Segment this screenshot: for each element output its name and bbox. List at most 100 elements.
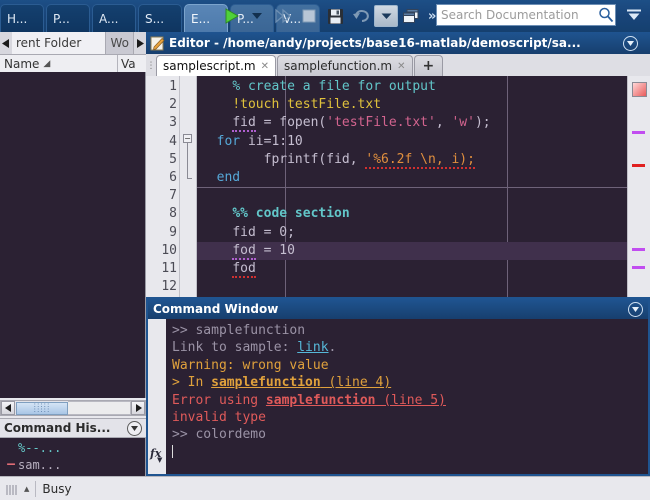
close-x-icon[interactable]: ✕ [261,61,269,72]
code-line[interactable]: % create a file for output [197,78,627,96]
hscroll-left-button[interactable] [1,401,15,415]
sidebar-tab-current-folder[interactable]: rent Folder [12,32,107,54]
code-line[interactable]: fid = fopen('testFile.txt', 'w'); [197,114,627,133]
code-identifier: fod [232,260,256,278]
windows-cascade-icon [403,9,419,23]
close-x-icon[interactable]: ✕ [397,61,405,72]
line-number-text: 12 [161,279,177,295]
hscroll-track[interactable] [68,401,131,415]
ribbon-tab-apps[interactable]: A... [92,4,136,32]
file-table-horizontal-scrollbar[interactable]: :::::::::: [0,400,146,416]
code-line[interactable] [197,187,627,205]
code-section-header: %% code section [232,206,350,222]
error-marker[interactable] [632,164,645,167]
left-tabs-scroll-right[interactable] [134,32,146,54]
triangle-right-icon [137,38,144,48]
new-tab-button[interactable]: + [413,55,444,76]
code-text: = 10 [255,242,295,258]
status-badge[interactable] [632,82,647,97]
console-line: Error using samplefunction (line 5) [172,392,648,409]
warning-marker[interactable] [632,131,645,134]
warning-marker[interactable] [632,248,645,251]
stop-button[interactable] [296,3,322,29]
triangle-up-icon[interactable]: ▲ [24,485,29,493]
circle-chevron-down-icon [627,40,634,46]
column-header-label: Name [4,57,40,71]
editor-tab-samplefunction[interactable]: samplefunction.m ✕ [276,55,413,76]
code-line-current[interactable]: fod = 10 [197,241,627,260]
triangle-down-icon[interactable]: ▼ [157,456,162,464]
status-divider [35,480,37,497]
floppy-disk-icon [327,8,343,24]
sidebar-tab-workspace[interactable]: Wo [106,32,134,54]
circle-chevron-down-icon [131,425,138,431]
code-line[interactable]: %% code section [197,205,627,223]
code-line[interactable]: end [197,169,627,187]
command-history-list[interactable]: %--... — sam... col... [0,438,146,489]
fold-collapse-icon[interactable]: − [183,134,192,143]
warning-marker[interactable] [632,266,645,269]
new-window-button[interactable] [398,3,424,29]
line-number: 6- [146,169,191,187]
code-operator: = fopen( [255,115,327,131]
command-window-collapse-button[interactable] [628,301,643,317]
console-hyperlink[interactable]: link [297,340,328,355]
save-button[interactable] [322,3,348,29]
list-item[interactable]: — sam... [0,456,145,473]
matlab-ide-window: H... P... A... S... E... P... V... » Sea… [0,0,650,500]
resize-grip-icon[interactable] [6,483,17,495]
file-table-body[interactable] [0,72,146,398]
undo-button[interactable] [348,3,374,29]
code-line[interactable]: fprintf(fid, '%6.2f \n, i); [197,151,627,169]
ribbon-tab-label: S... [145,11,165,26]
code-line[interactable]: fid = 0; [197,224,627,242]
command-window-titlebar: Command Window [148,299,648,319]
run-advance-button[interactable] [270,3,296,29]
command-history-collapse-button[interactable] [127,420,142,436]
line-number-text: 1 [169,79,177,94]
code-line[interactable]: !touch testFile.txt [197,96,627,114]
ribbon-tab-label: E... [191,11,211,26]
list-item[interactable]: %--... [0,439,145,456]
code-line[interactable]: for ii=1:10 [197,133,627,151]
command-history-titlebar: Command His... [0,418,146,438]
console-line-link[interactable]: (line 4) [321,375,392,390]
editor-marker-bar[interactable] [627,76,650,297]
line-number-text: 7 [169,188,177,204]
ribbon-tab-home[interactable]: H... [0,4,44,32]
code-line[interactable]: fod [197,260,627,278]
editor-code-area[interactable]: % create a file for output !touch testFi… [197,76,627,297]
code-keyword: for [216,133,241,149]
magnifier-icon[interactable] [597,6,615,24]
ribbon-minimize-button[interactable] [622,3,646,27]
search-input[interactable] [437,5,597,25]
editor-collapse-button[interactable] [623,35,638,51]
command-window-output[interactable]: >> samplefunction Link to sample: link. … [166,319,648,474]
command-window-body[interactable]: fx ▼ >> samplefunction Link to sample: l… [148,319,648,474]
column-header-value[interactable]: Va [118,55,146,73]
ribbon-tab-shortcuts[interactable]: S... [138,4,182,32]
editor-tab-samplescript[interactable]: samplescript.m ✕ [156,55,276,76]
hscroll-thumb[interactable]: :::::::::: [16,401,68,415]
console-stack-link[interactable]: samplefunction [266,393,376,408]
column-header-name[interactable]: Name ◢ [0,55,118,73]
line-number: 12 [146,278,179,296]
console-line-link[interactable]: (line 5) [376,393,446,408]
line-number: 11- [146,260,191,278]
code-line[interactable] [197,278,627,296]
left-tabs-scroll-left[interactable] [0,32,12,54]
ribbon-tab-plots[interactable]: P... [46,4,90,32]
chevron-down-icon [381,13,391,19]
layout-dropdown-button[interactable] [374,5,398,27]
fold-line [187,143,188,178]
line-number-text: 9 [169,224,177,240]
run-button[interactable] [218,3,244,29]
hscroll-right-button[interactable] [131,401,145,415]
console-stack-link[interactable]: samplefunction [211,375,321,390]
line-number: 3- [146,114,191,132]
console-input-line[interactable] [172,444,648,461]
sidebar-tab-label: Wo [110,36,129,50]
run-options-button[interactable] [244,3,270,29]
search-documentation-box[interactable] [436,4,616,26]
console-text: Link to sample: [172,340,298,356]
